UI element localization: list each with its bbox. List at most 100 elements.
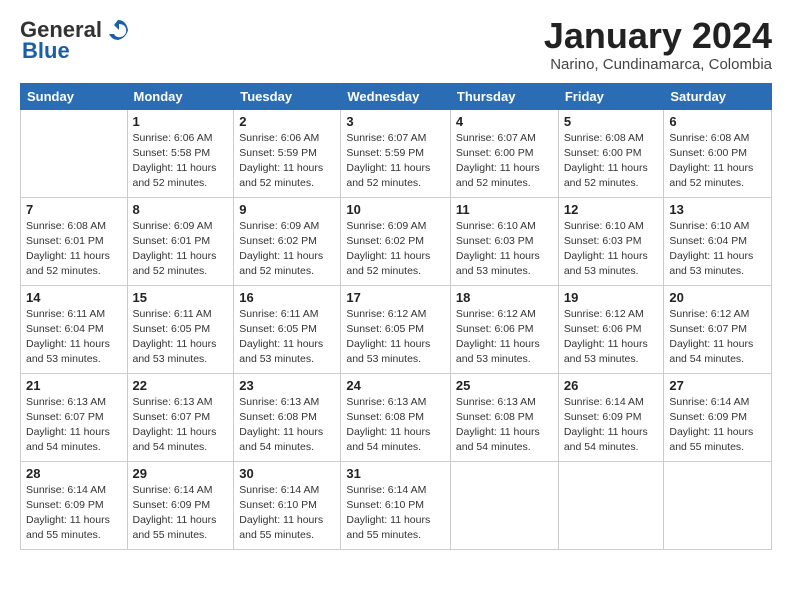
day-info: Sunrise: 6:08 AMSunset: 6:00 PMDaylight:…	[669, 131, 766, 192]
day-number: 4	[456, 114, 553, 129]
day-number: 16	[239, 290, 335, 305]
logo: General Blue	[20, 16, 132, 64]
calendar-cell: 8 Sunrise: 6:09 AMSunset: 6:01 PMDaylight…	[127, 197, 234, 285]
calendar-cell: 5 Sunrise: 6:08 AMSunset: 6:00 PMDaylight…	[558, 109, 664, 197]
calendar-cell: 22 Sunrise: 6:13 AMSunset: 6:07 PMDayligh…	[127, 373, 234, 461]
day-info: Sunrise: 6:06 AMSunset: 5:59 PMDaylight:…	[239, 131, 335, 192]
day-number: 27	[669, 378, 766, 393]
day-info: Sunrise: 6:09 AMSunset: 6:02 PMDaylight:…	[239, 219, 335, 280]
day-info: Sunrise: 6:13 AMSunset: 6:07 PMDaylight:…	[26, 395, 122, 456]
day-number: 22	[133, 378, 229, 393]
day-number: 11	[456, 202, 553, 217]
day-info: Sunrise: 6:07 AMSunset: 5:59 PMDaylight:…	[346, 131, 445, 192]
day-number: 3	[346, 114, 445, 129]
col-header-saturday: Saturday	[664, 83, 772, 109]
calendar-cell	[558, 461, 664, 549]
month-year: January 2024	[544, 16, 772, 56]
calendar-cell: 1 Sunrise: 6:06 AMSunset: 5:58 PMDaylight…	[127, 109, 234, 197]
day-info: Sunrise: 6:14 AMSunset: 6:09 PMDaylight:…	[564, 395, 659, 456]
calendar-cell: 13 Sunrise: 6:10 AMSunset: 6:04 PMDayligh…	[664, 197, 772, 285]
calendar-cell: 23 Sunrise: 6:13 AMSunset: 6:08 PMDayligh…	[234, 373, 341, 461]
calendar-cell: 3 Sunrise: 6:07 AMSunset: 5:59 PMDaylight…	[341, 109, 451, 197]
calendar-week-3: 14Sunrise: 6:11 AMSunset: 6:04 PMDayligh…	[21, 285, 772, 373]
day-number: 28	[26, 466, 122, 481]
day-info: Sunrise: 6:08 AMSunset: 6:01 PMDaylight:…	[26, 219, 122, 280]
calendar-week-1: 1 Sunrise: 6:06 AMSunset: 5:58 PMDaylight…	[21, 109, 772, 197]
day-number: 1	[133, 114, 229, 129]
day-info: Sunrise: 6:14 AMSunset: 6:09 PMDaylight:…	[133, 483, 229, 544]
page: General Blue January 2024 Narino, Cundin…	[0, 0, 792, 612]
calendar-cell	[450, 461, 558, 549]
day-info: Sunrise: 6:14 AMSunset: 6:09 PMDaylight:…	[669, 395, 766, 456]
day-info: Sunrise: 6:14 AMSunset: 6:09 PMDaylight:…	[26, 483, 122, 544]
day-number: 14	[26, 290, 122, 305]
col-header-sunday: Sunday	[21, 83, 128, 109]
day-info: Sunrise: 6:12 AMSunset: 6:06 PMDaylight:…	[564, 307, 659, 368]
calendar-cell: 31 Sunrise: 6:14 AMSunset: 6:10 PMDayligh…	[341, 461, 451, 549]
calendar-cell: 15 Sunrise: 6:11 AMSunset: 6:05 PMDayligh…	[127, 285, 234, 373]
calendar-week-4: 21 Sunrise: 6:13 AMSunset: 6:07 PMDayligh…	[21, 373, 772, 461]
day-info: Sunrise: 6:07 AMSunset: 6:00 PMDaylight:…	[456, 131, 553, 192]
day-number: 29	[133, 466, 229, 481]
calendar-cell: 29 Sunrise: 6:14 AMSunset: 6:09 PMDayligh…	[127, 461, 234, 549]
day-info: Sunrise: 6:12 AMSunset: 6:05 PMDaylight:…	[346, 307, 445, 368]
calendar-cell: 27 Sunrise: 6:14 AMSunset: 6:09 PMDayligh…	[664, 373, 772, 461]
calendar-cell: 20 Sunrise: 6:12 AMSunset: 6:07 PMDayligh…	[664, 285, 772, 373]
day-number: 12	[564, 202, 659, 217]
day-info: Sunrise: 6:09 AMSunset: 6:01 PMDaylight:…	[133, 219, 229, 280]
calendar-cell: 21 Sunrise: 6:13 AMSunset: 6:07 PMDayligh…	[21, 373, 128, 461]
day-info: Sunrise: 6:13 AMSunset: 6:08 PMDaylight:…	[346, 395, 445, 456]
calendar-week-5: 28 Sunrise: 6:14 AMSunset: 6:09 PMDayligh…	[21, 461, 772, 549]
calendar-cell: 2 Sunrise: 6:06 AMSunset: 5:59 PMDaylight…	[234, 109, 341, 197]
col-header-thursday: Thursday	[450, 83, 558, 109]
day-info: Sunrise: 6:08 AMSunset: 6:00 PMDaylight:…	[564, 131, 659, 192]
day-number: 31	[346, 466, 445, 481]
day-number: 7	[26, 202, 122, 217]
col-header-monday: Monday	[127, 83, 234, 109]
day-info: Sunrise: 6:14 AMSunset: 6:10 PMDaylight:…	[346, 483, 445, 544]
day-number: 8	[133, 202, 229, 217]
logo-icon	[104, 16, 132, 44]
day-number: 5	[564, 114, 659, 129]
calendar-cell: 7 Sunrise: 6:08 AMSunset: 6:01 PMDaylight…	[21, 197, 128, 285]
calendar-week-2: 7 Sunrise: 6:08 AMSunset: 6:01 PMDaylight…	[21, 197, 772, 285]
day-info: Sunrise: 6:13 AMSunset: 6:08 PMDaylight:…	[239, 395, 335, 456]
calendar-cell: 6 Sunrise: 6:08 AMSunset: 6:00 PMDaylight…	[664, 109, 772, 197]
day-number: 26	[564, 378, 659, 393]
day-info: Sunrise: 6:12 AMSunset: 6:07 PMDaylight:…	[669, 307, 766, 368]
calendar-table: SundayMondayTuesdayWednesdayThursdayFrid…	[20, 83, 772, 550]
day-info: Sunrise: 6:13 AMSunset: 6:08 PMDaylight:…	[456, 395, 553, 456]
day-number: 23	[239, 378, 335, 393]
calendar-cell: 10 Sunrise: 6:09 AMSunset: 6:02 PMDayligh…	[341, 197, 451, 285]
day-number: 13	[669, 202, 766, 217]
day-info: Sunrise: 6:11 AMSunset: 6:05 PMDaylight:…	[239, 307, 335, 368]
col-header-wednesday: Wednesday	[341, 83, 451, 109]
day-number: 21	[26, 378, 122, 393]
day-info: Sunrise: 6:11 AMSunset: 6:05 PMDaylight:…	[133, 307, 229, 368]
day-number: 6	[669, 114, 766, 129]
col-header-friday: Friday	[558, 83, 664, 109]
day-info: Sunrise: 6:14 AMSunset: 6:10 PMDaylight:…	[239, 483, 335, 544]
day-info: Sunrise: 6:06 AMSunset: 5:58 PMDaylight:…	[133, 131, 229, 192]
calendar-cell: 4 Sunrise: 6:07 AMSunset: 6:00 PMDaylight…	[450, 109, 558, 197]
day-number: 2	[239, 114, 335, 129]
calendar-cell: 11 Sunrise: 6:10 AMSunset: 6:03 PMDayligh…	[450, 197, 558, 285]
calendar-header-row: SundayMondayTuesdayWednesdayThursdayFrid…	[21, 83, 772, 109]
calendar-cell: 17Sunrise: 6:12 AMSunset: 6:05 PMDayligh…	[341, 285, 451, 373]
day-number: 10	[346, 202, 445, 217]
calendar-cell: 24 Sunrise: 6:13 AMSunset: 6:08 PMDayligh…	[341, 373, 451, 461]
day-info: Sunrise: 6:09 AMSunset: 6:02 PMDaylight:…	[346, 219, 445, 280]
day-number: 15	[133, 290, 229, 305]
day-info: Sunrise: 6:10 AMSunset: 6:03 PMDaylight:…	[456, 219, 553, 280]
day-info: Sunrise: 6:13 AMSunset: 6:07 PMDaylight:…	[133, 395, 229, 456]
day-number: 30	[239, 466, 335, 481]
day-number: 20	[669, 290, 766, 305]
calendar-cell: 28 Sunrise: 6:14 AMSunset: 6:09 PMDayligh…	[21, 461, 128, 549]
day-number: 19	[564, 290, 659, 305]
calendar-cell: 25Sunrise: 6:13 AMSunset: 6:08 PMDayligh…	[450, 373, 558, 461]
title-block: January 2024 Narino, Cundinamarca, Colom…	[544, 16, 772, 73]
calendar-cell: 9Sunrise: 6:09 AMSunset: 6:02 PMDaylight…	[234, 197, 341, 285]
day-info: Sunrise: 6:10 AMSunset: 6:04 PMDaylight:…	[669, 219, 766, 280]
calendar-cell: 14Sunrise: 6:11 AMSunset: 6:04 PMDayligh…	[21, 285, 128, 373]
day-number: 24	[346, 378, 445, 393]
